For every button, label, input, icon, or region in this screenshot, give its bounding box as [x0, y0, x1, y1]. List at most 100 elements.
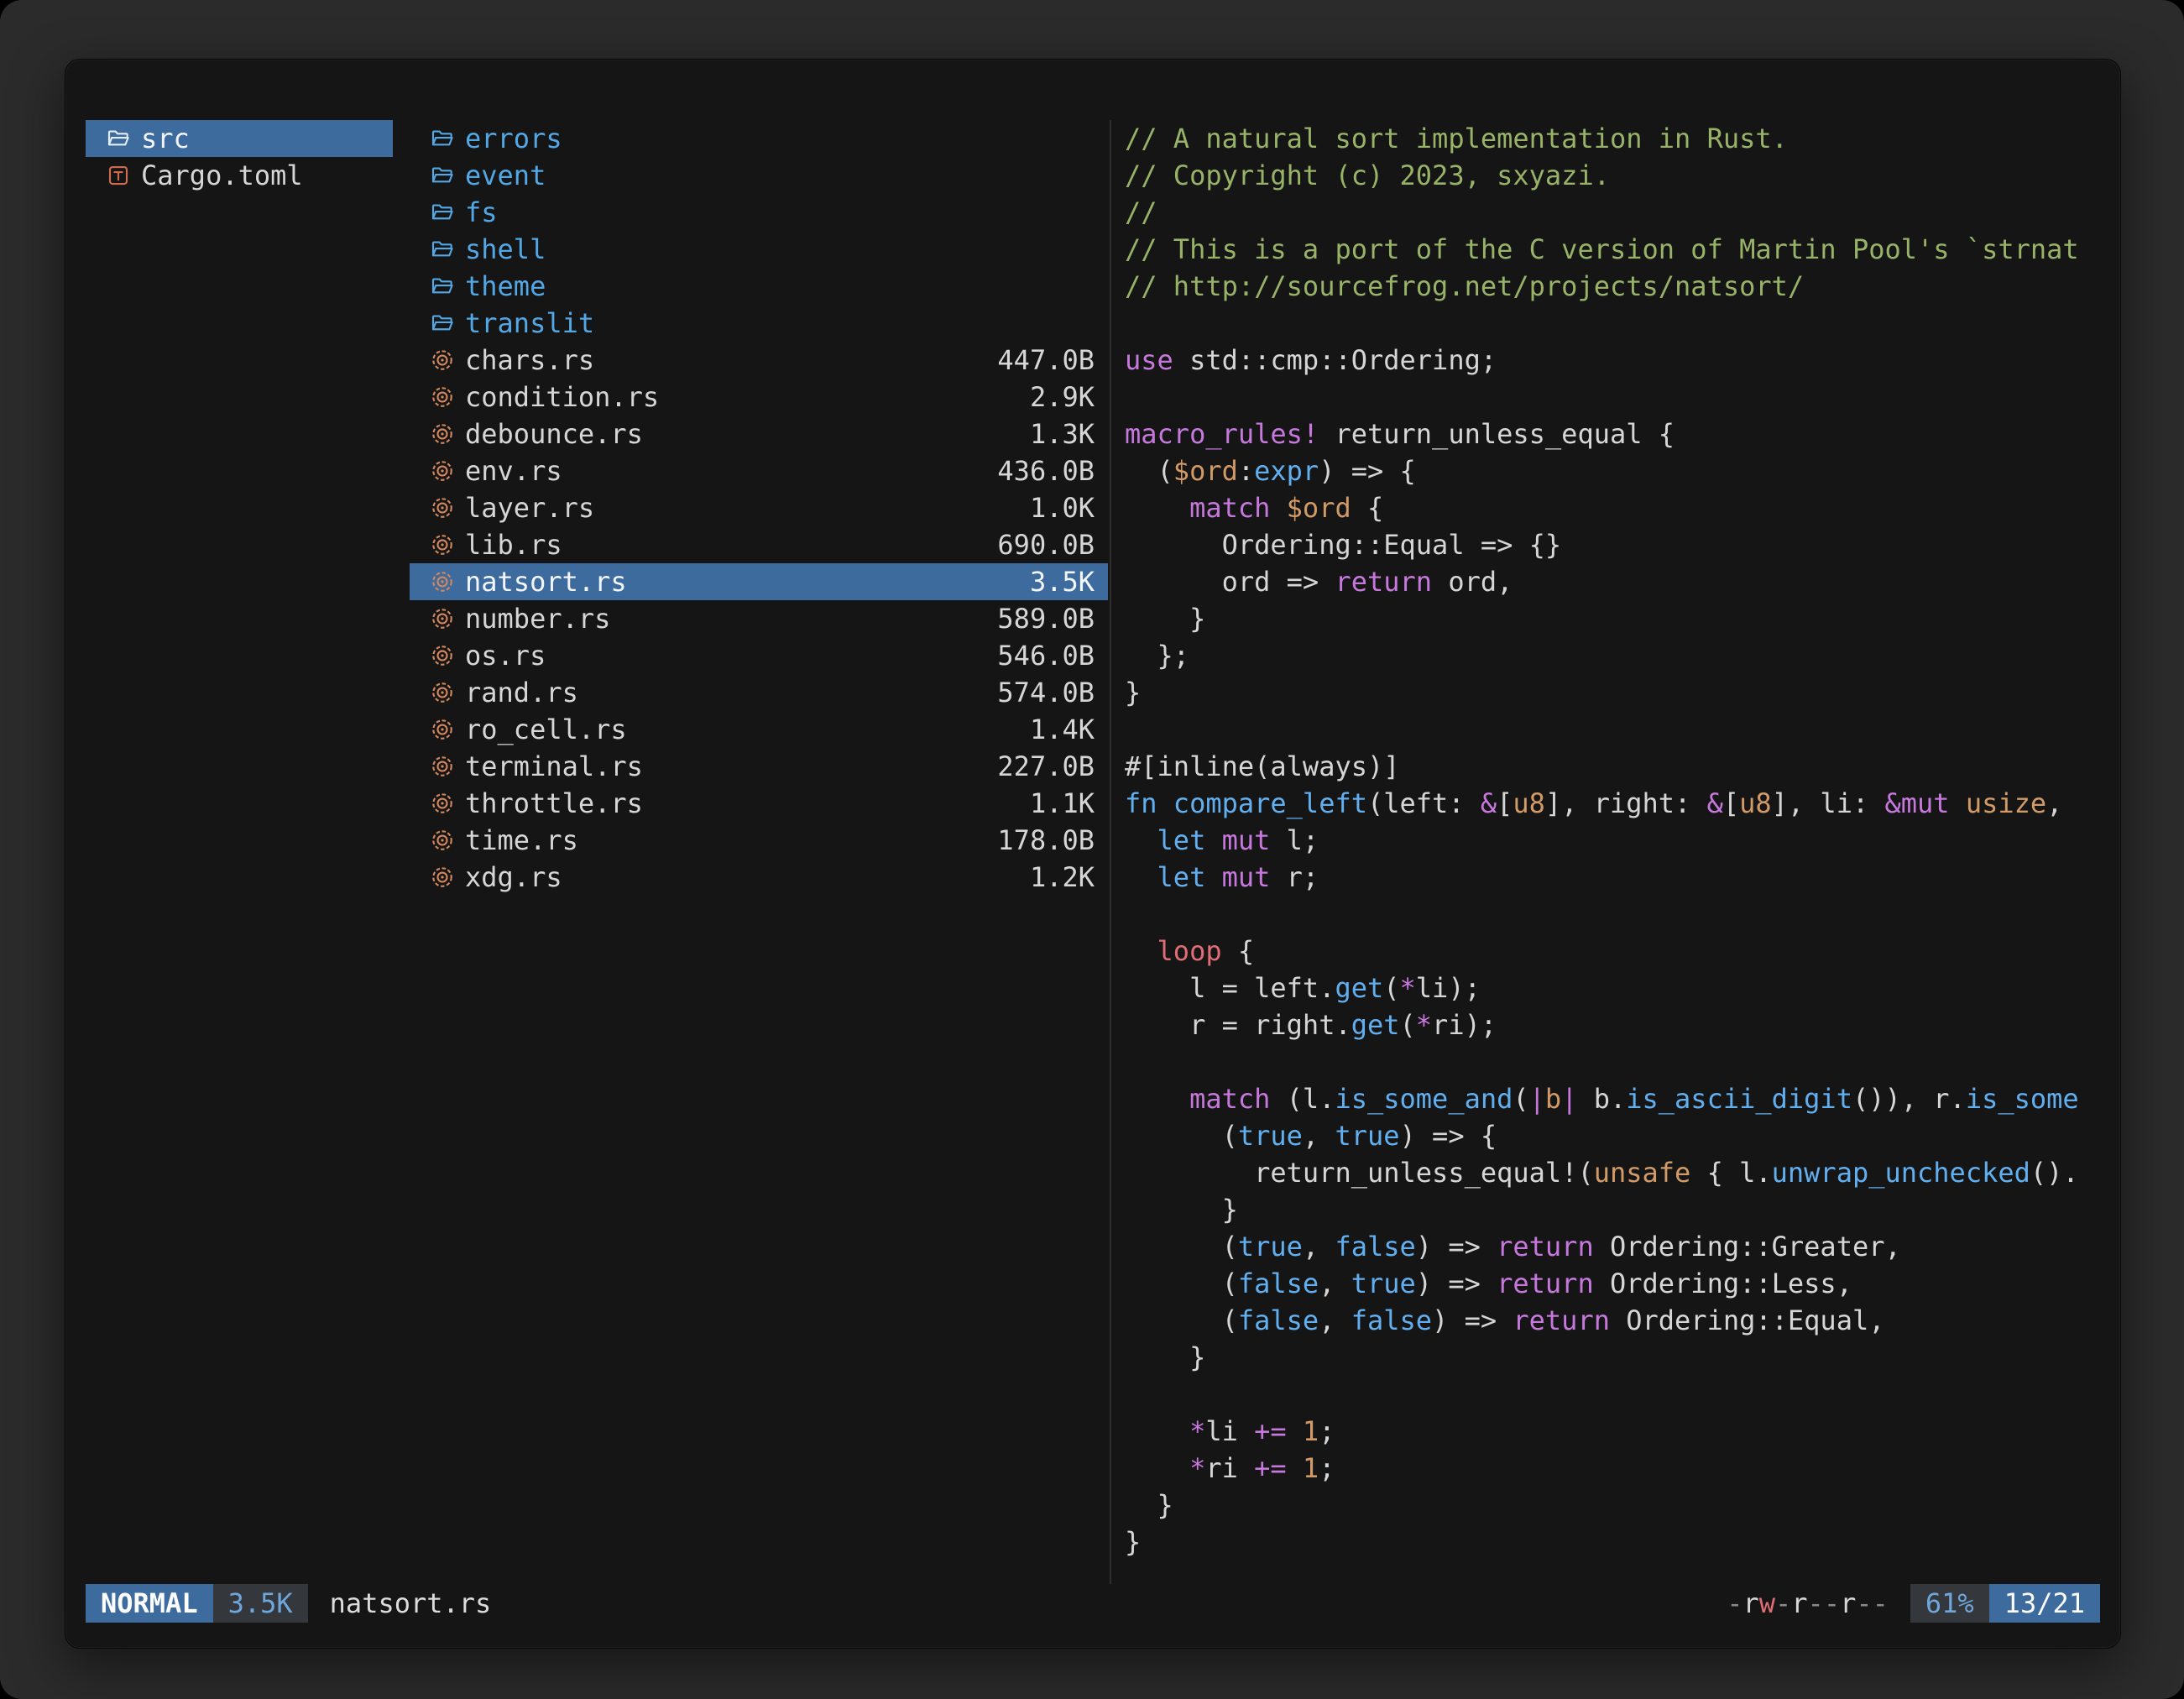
- current-pane[interactable]: errorseventfsshellthemetranslitchars.rs4…: [410, 120, 1108, 1584]
- file-size: 2.9K: [1030, 381, 1095, 413]
- rust-file-icon: [430, 643, 455, 668]
- preview-pane[interactable]: // A natural sort implementation in Rust…: [1110, 120, 2100, 1584]
- file-name: Cargo.toml: [141, 159, 379, 191]
- dir-row-errors[interactable]: errors: [410, 120, 1108, 157]
- code-line: // A natural sort implementation in Rust…: [1125, 120, 2100, 157]
- code-line: (false, false) => return Ordering::Equal…: [1125, 1302, 2100, 1339]
- file-size: 1.3K: [1030, 418, 1095, 450]
- folder-icon: [430, 200, 455, 225]
- code-line: }: [1125, 1339, 2100, 1376]
- file-row-terminal.rs[interactable]: terminal.rs227.0B: [410, 748, 1108, 785]
- file-row-natsort.rs[interactable]: natsort.rs3.5K: [410, 563, 1108, 600]
- code-preview: // A natural sort implementation in Rust…: [1125, 120, 2100, 1560]
- code-line: // This is a port of the C version of Ma…: [1125, 231, 2100, 268]
- code-line: }: [1125, 1191, 2100, 1228]
- file-name: rand.rs: [465, 677, 987, 708]
- rust-file-icon: [430, 532, 455, 557]
- code-line: match (l.is_some_and(|b| b.is_ascii_digi…: [1125, 1080, 2100, 1117]
- status-bar-right: -rw-r--r-- 61% 13/21: [1727, 1584, 2100, 1623]
- file-row-time.rs[interactable]: time.rs178.0B: [410, 822, 1108, 859]
- code-line: }: [1125, 1524, 2100, 1560]
- status-bar: NORMAL 3.5K natsort.rs -rw-r--r-- 61% 13…: [86, 1584, 2100, 1623]
- cursor-position-badge: 13/21: [1989, 1584, 2100, 1623]
- code-line: }: [1125, 674, 2100, 711]
- file-name: errors: [465, 123, 1084, 154]
- folder-icon: [430, 163, 455, 188]
- code-line: Ordering::Equal => {}: [1125, 526, 2100, 563]
- file-row-Cargo.toml[interactable]: Cargo.toml: [86, 157, 393, 194]
- folder-icon: [430, 237, 455, 262]
- code-line: macro_rules! return_unless_equal {: [1125, 416, 2100, 452]
- rust-file-icon: [430, 348, 455, 373]
- file-size: 436.0B: [997, 455, 1095, 487]
- code-line: l = left.get(*li);: [1125, 970, 2100, 1006]
- file-size: 1.4K: [1030, 714, 1095, 745]
- file-size: 574.0B: [997, 677, 1095, 708]
- folder-icon: [106, 126, 131, 151]
- code-line: }: [1125, 1487, 2100, 1524]
- dir-row-shell[interactable]: shell: [410, 231, 1108, 268]
- code-line: [1125, 896, 2100, 933]
- yazi-file-manager-window: src Cargo.toml errorseventfsshellthemetra…: [65, 59, 2121, 1649]
- file-size: 447.0B: [997, 344, 1095, 376]
- file-row-condition.rs[interactable]: condition.rs 2.9K: [410, 379, 1108, 416]
- file-row-throttle.rs[interactable]: throttle.rs1.1K: [410, 785, 1108, 822]
- file-row-os.rs[interactable]: os.rs546.0B: [410, 637, 1108, 674]
- file-row-number.rs[interactable]: number.rs589.0B: [410, 600, 1108, 637]
- file-row-debounce.rs[interactable]: debounce.rs 1.3K: [410, 416, 1108, 452]
- code-line: ($ord:expr) => {: [1125, 452, 2100, 489]
- code-line: match $ord {: [1125, 489, 2100, 526]
- file-size-badge: 3.5K: [213, 1584, 308, 1623]
- file-name: number.rs: [465, 603, 987, 635]
- dir-row-theme[interactable]: theme: [410, 268, 1108, 305]
- code-line: *li += 1;: [1125, 1413, 2100, 1450]
- code-line: [1125, 711, 2100, 748]
- rust-file-icon: [430, 421, 455, 447]
- panes-area: src Cargo.toml errorseventfsshellthemetra…: [65, 60, 2120, 1584]
- file-row-layer.rs[interactable]: layer.rs1.0K: [410, 489, 1108, 526]
- rust-file-icon: [430, 606, 455, 631]
- code-line: (false, true) => return Ordering::Less,: [1125, 1265, 2100, 1302]
- file-name: os.rs: [465, 640, 987, 672]
- file-row-xdg.rs[interactable]: xdg.rs1.2K: [410, 859, 1108, 896]
- file-size: 1.2K: [1030, 861, 1095, 893]
- file-size: 3.5K: [1030, 566, 1095, 598]
- file-name: debounce.rs: [465, 418, 1020, 450]
- rust-file-icon: [430, 865, 455, 890]
- file-size: 690.0B: [997, 529, 1095, 561]
- code-line: let mut r;: [1125, 859, 2100, 896]
- folder-icon: [430, 311, 455, 336]
- dir-row-event[interactable]: event: [410, 157, 1108, 194]
- code-line: // Copyright (c) 2023, sxyazi.: [1125, 157, 2100, 194]
- toml-file-icon: [106, 163, 131, 188]
- file-name: lib.rs: [465, 529, 987, 561]
- file-row-chars.rs[interactable]: chars.rs447.0B: [410, 342, 1108, 379]
- permissions: -rw-r--r--: [1727, 1587, 1889, 1619]
- rust-file-icon: [430, 495, 455, 520]
- file-name: ro_cell.rs: [465, 714, 1020, 745]
- code-line: r = right.get(*ri);: [1125, 1006, 2100, 1043]
- rust-file-icon: [430, 680, 455, 705]
- code-line: return_unless_equal!(unsafe { l.unwrap_u…: [1125, 1154, 2100, 1191]
- file-size: 227.0B: [997, 750, 1095, 782]
- dir-row-src[interactable]: src: [86, 120, 393, 157]
- file-row-ro_cell.rs[interactable]: ro_cell.rs 1.4K: [410, 711, 1108, 748]
- code-line: };: [1125, 637, 2100, 674]
- rust-file-icon: [430, 828, 455, 853]
- file-name: translit: [465, 307, 1084, 339]
- file-row-rand.rs[interactable]: rand.rs 574.0B: [410, 674, 1108, 711]
- code-line: //: [1125, 194, 2100, 231]
- file-name: condition.rs: [465, 381, 1020, 413]
- file-row-env.rs[interactable]: env.rs436.0B: [410, 452, 1108, 489]
- rust-file-icon: [430, 384, 455, 410]
- file-row-lib.rs[interactable]: lib.rs 690.0B: [410, 526, 1108, 563]
- file-name: src: [141, 123, 379, 154]
- dir-row-fs[interactable]: fs: [410, 194, 1108, 231]
- mode-indicator: NORMAL: [86, 1584, 213, 1623]
- rust-file-icon: [430, 791, 455, 816]
- code-line: loop {: [1125, 933, 2100, 970]
- parent-pane[interactable]: src Cargo.toml: [86, 120, 393, 1584]
- code-line: [1125, 305, 2100, 342]
- rust-file-icon: [430, 569, 455, 594]
- dir-row-translit[interactable]: translit: [410, 305, 1108, 342]
